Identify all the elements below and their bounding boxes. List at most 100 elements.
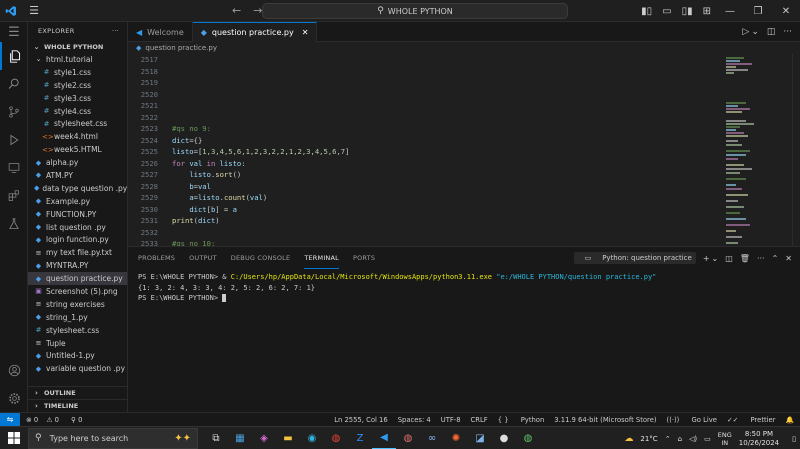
timeline-section[interactable]: › TIMELINE	[28, 399, 128, 412]
code-line[interactable]: 2517	[128, 54, 722, 66]
taskbar-clock[interactable]: 8:50 PM 10/26/2024	[739, 430, 779, 447]
tree-item[interactable]: # style4.css	[28, 105, 127, 118]
file-explorer-icon[interactable]: ▬	[276, 427, 300, 449]
code-line[interactable]: 2523 #qs no 9:	[128, 123, 722, 135]
tree-item[interactable]: <> week5.HTML	[28, 143, 127, 156]
tree-item[interactable]: ◆ question practice.py	[28, 272, 127, 286]
tree-item[interactable]: # style1.css	[28, 66, 127, 79]
chrome-profile-icon[interactable]: ◍	[516, 427, 540, 449]
tree-item[interactable]: ◆ string_1.py	[28, 311, 127, 324]
editor-scrollbar[interactable]	[792, 54, 800, 246]
network-icon[interactable]: ⌂	[678, 435, 682, 443]
extensions-icon[interactable]	[0, 182, 28, 210]
windows-start-icon[interactable]	[0, 427, 28, 449]
toggle-secondary-sidebar-icon[interactable]: ▯▮	[682, 6, 693, 17]
tab-welcome[interactable]: ◀ Welcome	[128, 22, 193, 42]
tree-item[interactable]: ◆ ATM.PY	[28, 169, 127, 182]
python-interpreter[interactable]: 3.11.9 64-bit (Microsoft Store)	[554, 416, 656, 424]
code-line[interactable]: 2522	[128, 112, 722, 124]
edge-browser-icon[interactable]: ◉	[300, 427, 324, 449]
line-endings[interactable]: CRLF	[471, 416, 488, 424]
tree-item[interactable]: ◆ data type question .py	[28, 182, 127, 195]
volume-icon[interactable]: ◁)	[689, 435, 697, 443]
app-icon[interactable]: ✺	[444, 427, 468, 449]
tree-item[interactable]: # style2.css	[28, 79, 127, 92]
split-terminal-icon[interactable]: ◫	[725, 254, 733, 263]
task-view-icon[interactable]: ⧉	[204, 427, 228, 449]
code-line[interactable]: 2533 #qs no 10:	[128, 238, 722, 246]
remote-explorer-icon[interactable]	[0, 154, 28, 182]
panel-tab-terminal[interactable]: TERMINAL	[304, 247, 339, 269]
code-line[interactable]: 2529 a=listo.count(val)	[128, 192, 722, 204]
tree-item[interactable]: ⌄ html.tutorial	[28, 53, 127, 66]
weather-temperature[interactable]: 21°C	[640, 435, 657, 443]
toggle-sidebar-icon[interactable]: ▮▯	[641, 6, 652, 17]
search-icon[interactable]	[0, 70, 28, 98]
terminal-dropdown-icon[interactable]: ⌄	[712, 254, 719, 263]
widgets-app-icon[interactable]: ▦	[228, 427, 252, 449]
source-control-icon[interactable]	[0, 98, 28, 126]
settings-gear-icon[interactable]	[0, 384, 28, 412]
tray-chevron-up-icon[interactable]: ⌃	[665, 435, 671, 443]
taskbar-search-box[interactable]: ⚲ Type here to search ✦✦	[28, 427, 198, 449]
toggle-panel-icon[interactable]: ▭	[662, 6, 671, 17]
panel-tab-ports[interactable]: PORTS	[353, 247, 375, 269]
tree-item[interactable]: ≡ my text file.py.txt	[28, 246, 127, 259]
tree-item[interactable]: ◆ MYNTRA.PY	[28, 259, 127, 272]
terminal-instance[interactable]: ▭ Python: question practice	[573, 252, 696, 264]
app-icon[interactable]: ∞	[420, 427, 444, 449]
tree-item[interactable]: ≡ string exercises	[28, 298, 127, 311]
vscode-taskbar-icon[interactable]: ◀	[372, 427, 396, 449]
explorer-icon[interactable]	[0, 42, 28, 70]
tree-item[interactable]: ◆ alpha.py	[28, 156, 127, 169]
code-line[interactable]: 2519	[128, 77, 722, 89]
tree-item[interactable]: ◆ Untitled-1.py	[28, 349, 127, 362]
tree-item[interactable]: # style3.css	[28, 92, 127, 105]
code-line[interactable]: 2524 dict={}	[128, 135, 722, 147]
terminal-output[interactable]: PS E:\WHOLE PYTHON> & C:/Users/hp/AppDat…	[128, 269, 800, 305]
tree-item[interactable]: # stylesheet.css	[28, 324, 127, 337]
tree-item[interactable]: ◆ login function.py	[28, 233, 127, 246]
code-line[interactable]: 2528 b=val	[128, 181, 722, 193]
code-line[interactable]: 2532	[128, 227, 722, 239]
tree-item[interactable]: ▣ Screenshot (5).png	[28, 285, 127, 298]
ports-status[interactable]: ⚲ 0	[71, 416, 88, 424]
go-live-button[interactable]: ((·)) Go Live	[667, 416, 717, 424]
code-line[interactable]: 2520	[128, 89, 722, 101]
close-window-button[interactable]: ✕	[772, 6, 800, 17]
minimize-button[interactable]: —	[716, 6, 744, 17]
customize-layout-icon[interactable]: ⊞	[703, 6, 711, 17]
more-actions-icon[interactable]: ···	[112, 27, 119, 35]
tree-item[interactable]: ◆ variable question .py	[28, 362, 127, 375]
back-arrow-icon[interactable]: ←	[232, 4, 241, 17]
app-icon[interactable]: ◪	[468, 427, 492, 449]
language-mode[interactable]: { } Python	[498, 416, 545, 424]
breadcrumb[interactable]: ◆ question practice.py	[128, 42, 800, 54]
account-icon[interactable]	[0, 356, 28, 384]
code-line[interactable]: 2530 dict[b] = a	[128, 204, 722, 216]
workspace-folder[interactable]: ⌄ WHOLE PYTHON	[28, 40, 127, 53]
kill-terminal-icon[interactable]: 🗑	[740, 254, 750, 263]
panel-tab-debug-console[interactable]: DEBUG CONSOLE	[231, 247, 291, 269]
tree-item[interactable]: ◆ list question .py	[28, 221, 127, 234]
run-python-file-icon[interactable]: ▷	[742, 27, 749, 37]
command-center-search[interactable]: ⚲ WHOLE PYTHON	[262, 3, 568, 19]
outline-section[interactable]: › OUTLINE	[28, 386, 128, 399]
chrome-profile-icon[interactable]: ◍	[396, 427, 420, 449]
code-line[interactable]: 2526 for val in listo:	[128, 158, 722, 170]
code-line[interactable]: 2525 listo=[1,3,4,5,6,1,2,3,2,2,1,2,3,4,5…	[128, 146, 722, 158]
panel-tab-problems[interactable]: PROBLEMS	[138, 247, 175, 269]
tree-item[interactable]: <> week4.html	[28, 130, 127, 143]
tab-question-practice[interactable]: ◆ question practice.py ✕	[192, 22, 318, 42]
chrome-browser-icon[interactable]: ◍	[324, 427, 348, 449]
maximize-panel-icon[interactable]: ⌃	[772, 254, 779, 263]
zoom-app-icon[interactable]: Z	[348, 427, 372, 449]
menu-lines-icon[interactable]: ☰	[0, 22, 28, 42]
tree-item[interactable]: ◆ FUNCTION.PY	[28, 208, 127, 221]
tree-item[interactable]: ≡ Tuple	[28, 337, 127, 350]
restore-button[interactable]: ❐	[744, 6, 772, 17]
notification-center-icon[interactable]: ▯	[792, 435, 796, 443]
run-debug-icon[interactable]	[0, 126, 28, 154]
code-line[interactable]: 2518	[128, 66, 722, 78]
testing-icon[interactable]	[0, 210, 28, 238]
